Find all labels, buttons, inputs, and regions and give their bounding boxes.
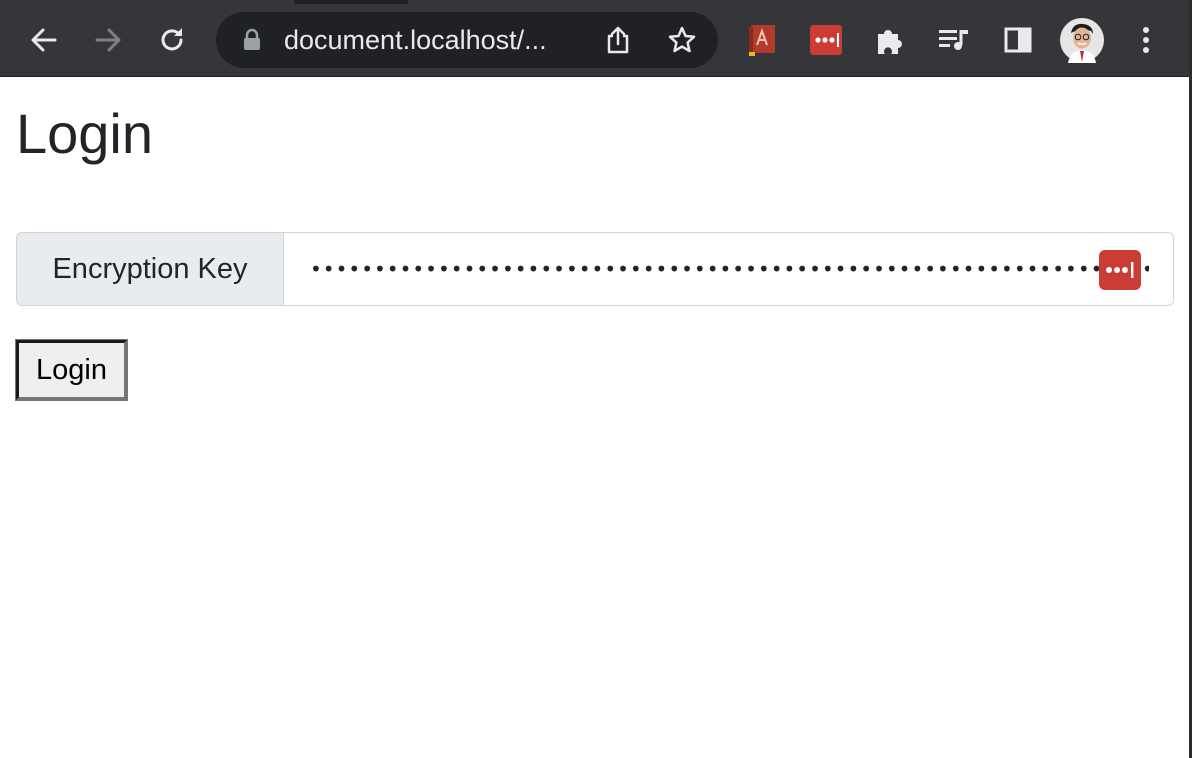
acrobat-extension-button[interactable] (744, 22, 780, 58)
media-control-button[interactable] (936, 22, 972, 58)
menu-kebab-icon (1143, 27, 1149, 53)
encryption-key-group: Encryption Key (16, 232, 1174, 306)
encryption-key-label: Encryption Key (16, 232, 284, 306)
forward-arrow-icon (95, 28, 121, 52)
page-title: Login (16, 102, 154, 165)
lastpass-extension-icon (810, 25, 842, 55)
acrobat-extension-icon (749, 25, 775, 56)
bookmark-star-icon (668, 26, 696, 53)
extensions-puzzle-icon (878, 30, 902, 54)
encryption-key-field-wrapper (284, 232, 1174, 306)
browser-toolbar: document.localhost/... (0, 0, 1192, 77)
side-panel-icon (1004, 27, 1032, 53)
reload-button[interactable] (154, 22, 190, 58)
back-arrow-icon (31, 28, 57, 52)
tab-strip (0, 0, 1192, 4)
address-bar-url[interactable]: document.localhost/... (284, 23, 584, 57)
share-icon (607, 26, 629, 54)
bookmark-button[interactable] (664, 22, 700, 58)
reload-icon (161, 28, 183, 51)
side-panel-button[interactable] (1000, 22, 1036, 58)
login-button[interactable]: Login (15, 339, 128, 401)
encryption-key-input[interactable] (284, 233, 1173, 305)
lastpass-fill-icon[interactable] (1099, 250, 1141, 290)
forward-button[interactable] (90, 22, 126, 58)
lock-icon[interactable] (240, 27, 264, 53)
extensions-button[interactable] (872, 22, 908, 58)
back-button[interactable] (26, 22, 62, 58)
tab-previous[interactable] (0, 0, 294, 4)
profile-avatar (1060, 18, 1104, 63)
menu-button[interactable] (1128, 22, 1164, 58)
profile-button[interactable] (1058, 16, 1106, 64)
lastpass-extension-button[interactable] (808, 22, 844, 58)
share-button[interactable] (600, 22, 636, 58)
tab-active[interactable] (408, 0, 1192, 4)
media-control-icon (939, 30, 968, 50)
